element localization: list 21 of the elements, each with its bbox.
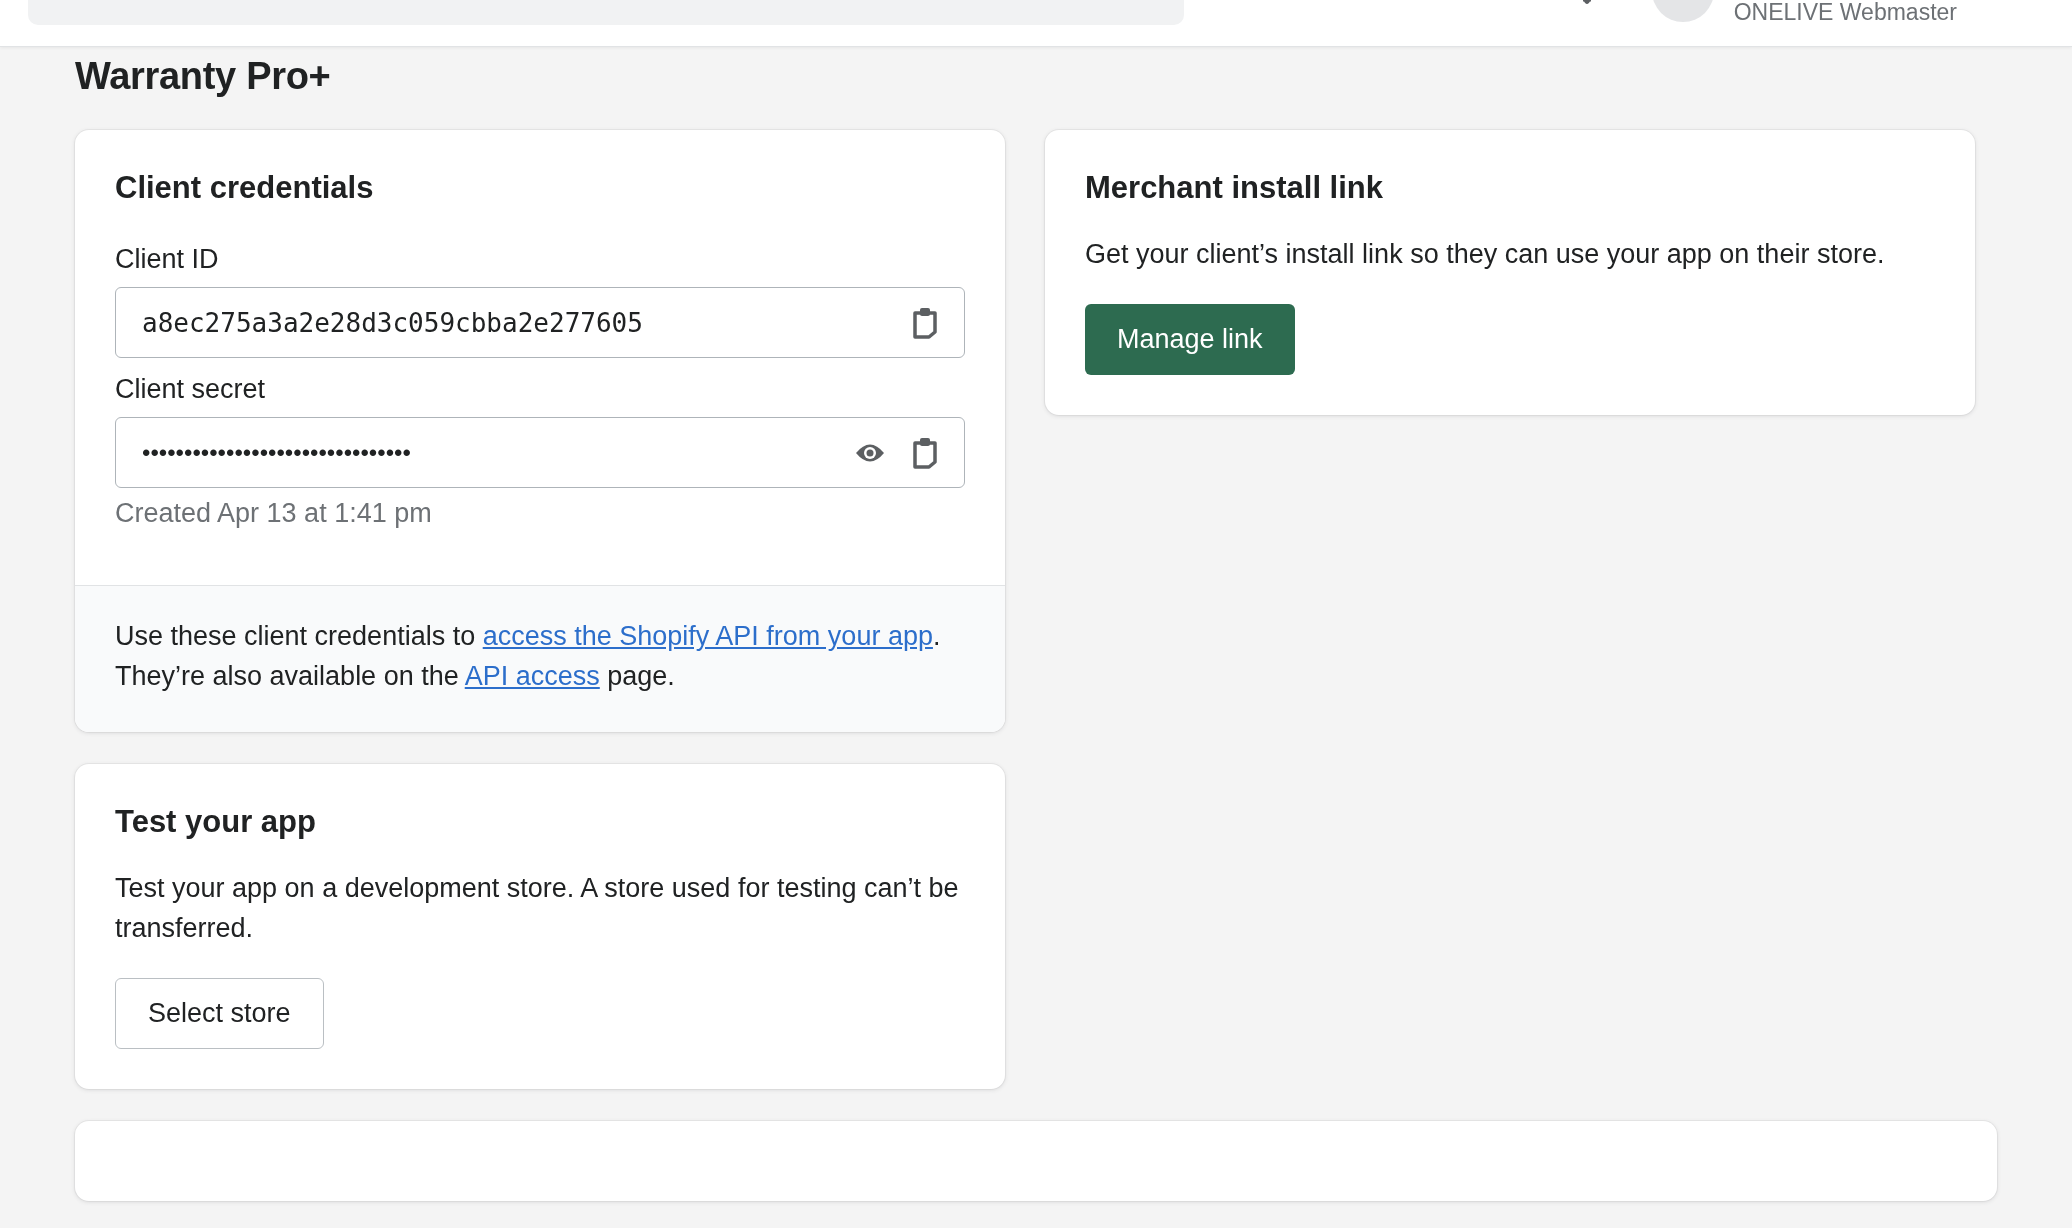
field-label: Client ID	[115, 244, 220, 275]
credentials-note: Use these client credentials to access the Shopify API from your app. They’re also available on the API access page.	[115, 620, 942, 693]
install-link-description: Get your client’s install link so they can use your app on their store.	[1085, 238, 1885, 271]
clipboard-icon[interactable]	[912, 306, 938, 339]
select-store-button[interactable]: Select store	[115, 978, 324, 1049]
test-app-description: Test your app on a development store. A store used for testing can’t be transferred.	[115, 872, 960, 945]
page-title: Warranty Pro+	[75, 55, 332, 98]
user-name: ONELIVE Webmaster	[1733, 0, 1957, 26]
card-title: Client credentials	[115, 170, 374, 206]
card-title: Merchant install link	[1085, 170, 1383, 206]
created-date: Created Apr 13 at 1:41 pm	[115, 498, 433, 529]
card-title: Test your app	[115, 804, 316, 840]
field-label: Client secret	[115, 374, 267, 405]
clipboard-icon[interactable]	[912, 436, 938, 469]
link[interactable]: access the Shopify API from your app	[482, 621, 933, 651]
field-value: ••••••••••••••••••••••••••••••••	[142, 438, 412, 467]
manage-link-button[interactable]: Manage link	[1085, 304, 1295, 375]
link[interactable]: API access	[464, 661, 600, 691]
secret-field[interactable]: ••••••••••••••••••••••••••••••••	[115, 417, 965, 488]
field-value: a8ec275a3a2e28d3c059cbba2e277605	[142, 307, 644, 338]
client-id-field[interactable]: a8ec275a3a2e28d3c059cbba2e277605	[115, 287, 965, 358]
